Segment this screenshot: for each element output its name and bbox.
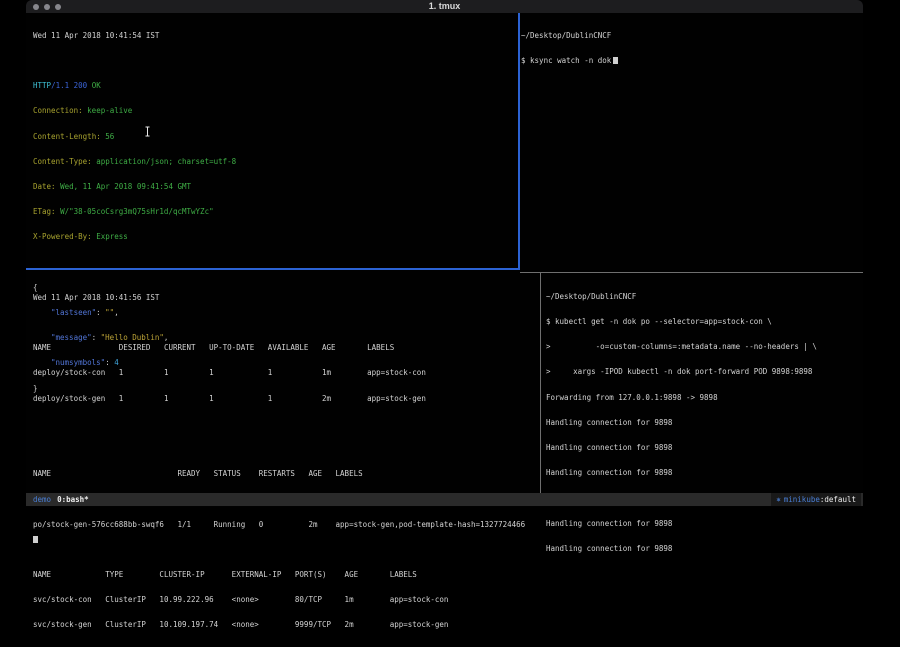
status-right: ⎈minikube:default bbox=[771, 493, 861, 506]
http-protocol: HTTP bbox=[33, 81, 51, 90]
tmux-status-bar: demo0:bash* ⎈minikube:default bbox=[26, 493, 863, 506]
kube-context: minikube bbox=[781, 495, 820, 504]
output-line: Handling connection for 9898 bbox=[546, 419, 861, 427]
close-button[interactable] bbox=[33, 4, 39, 10]
response-header-line: Date:Wed, 11 Apr 2018 09:41:54 GMT bbox=[33, 183, 513, 191]
services-table-row: svc/stock-con ClusterIP 10.99.222.96 <no… bbox=[33, 596, 538, 604]
pane-ksync[interactable]: ~/Desktop/DublinCNCF $ ksync watch -n do… bbox=[521, 15, 856, 82]
pane-divider-vertical[interactable] bbox=[540, 272, 541, 493]
active-pane-divider-vertical[interactable] bbox=[518, 13, 520, 269]
command-line: $ kubectl get -n dok po --selector=app=s… bbox=[546, 318, 861, 326]
terminal-window: 1. tmux Wed 11 Apr 2018 10:41:54 IST HTT… bbox=[26, 0, 863, 507]
deployments-table-row: deploy/stock-gen 1 1 1 1 2m app=stock-ge… bbox=[33, 395, 538, 403]
timestamp-line: Wed 11 Apr 2018 10:41:56 IST bbox=[33, 294, 538, 302]
title-bar[interactable]: 1. tmux bbox=[26, 0, 863, 13]
command-continuation-line: > xargs -IPOD kubectl -n dok port-forwar… bbox=[546, 368, 861, 376]
http-version-code: /1.1 200 bbox=[51, 81, 92, 90]
kube-namespace: :default bbox=[820, 495, 856, 504]
session-name: demo bbox=[33, 495, 51, 504]
output-line: Handling connection for 9898 bbox=[546, 469, 861, 477]
command-continuation-line: > -o=custom-columns=:metadata.name --no-… bbox=[546, 343, 861, 351]
services-table-header: NAME TYPE CLUSTER-IP EXTERNAL-IP PORT(S)… bbox=[33, 571, 538, 579]
cwd-line: ~/Desktop/DublinCNCF bbox=[546, 293, 861, 301]
command-line: $ ksync watch -n dok bbox=[521, 57, 856, 65]
deployments-table-row: deploy/stock-con 1 1 1 1 1m app=stock-co… bbox=[33, 369, 538, 377]
cwd-line: ~/Desktop/DublinCNCF bbox=[521, 32, 856, 40]
http-reason: OK bbox=[92, 81, 101, 90]
pane-kubectl-get[interactable]: Wed 11 Apr 2018 10:41:56 IST NAME DESIRE… bbox=[33, 277, 538, 647]
pane-divider-horizontal[interactable] bbox=[520, 272, 863, 273]
pane-port-forward[interactable]: ~/Desktop/DublinCNCF $ kubectl get -n do… bbox=[546, 276, 861, 570]
timestamp-line: Wed 11 Apr 2018 10:41:54 IST bbox=[33, 32, 513, 40]
deployments-table-header: NAME DESIRED CURRENT UP-TO-DATE AVAILABL… bbox=[33, 344, 538, 352]
zoom-button[interactable] bbox=[55, 4, 61, 10]
response-header-line: ETag:W/"38-05coCsrg3mQ75sHr1d/qcMTwYZc" bbox=[33, 208, 513, 216]
status-left: demo0:bash* bbox=[33, 493, 89, 506]
window-title: 1. tmux bbox=[26, 0, 863, 13]
response-header-line: Connection:keep-alive bbox=[33, 107, 513, 115]
response-header-line: X-Powered-By:Express bbox=[33, 233, 513, 241]
output-line: Handling connection for 9898 bbox=[546, 545, 861, 553]
response-header-line: Content-Type:application/json; charset=u… bbox=[33, 158, 513, 166]
pods-table-header: NAME READY STATUS RESTARTS AGE LABELS bbox=[33, 470, 538, 478]
active-pane-divider-horizontal[interactable] bbox=[26, 268, 520, 270]
pods-table-row: po/stock-gen-576cc688bb-swqf6 1/1 Runnin… bbox=[33, 521, 538, 529]
terminal-cursor bbox=[613, 57, 618, 64]
response-header-line: Content-Length:56 bbox=[33, 133, 513, 141]
mouse-ibeam-cursor bbox=[144, 122, 151, 141]
traffic-lights bbox=[33, 4, 61, 10]
output-line: Handling connection for 9898 bbox=[546, 520, 861, 528]
output-line: Handling connection for 9898 bbox=[546, 444, 861, 452]
services-table-row: svc/stock-gen ClusterIP 10.109.197.74 <n… bbox=[33, 621, 538, 629]
window-tab[interactable]: 0:bash* bbox=[51, 495, 89, 504]
minimize-button[interactable] bbox=[44, 4, 50, 10]
output-line: Forwarding from 127.0.0.1:9898 -> 9898 bbox=[546, 394, 861, 402]
http-status-line: HTTP/1.1 200 OK bbox=[33, 82, 513, 90]
